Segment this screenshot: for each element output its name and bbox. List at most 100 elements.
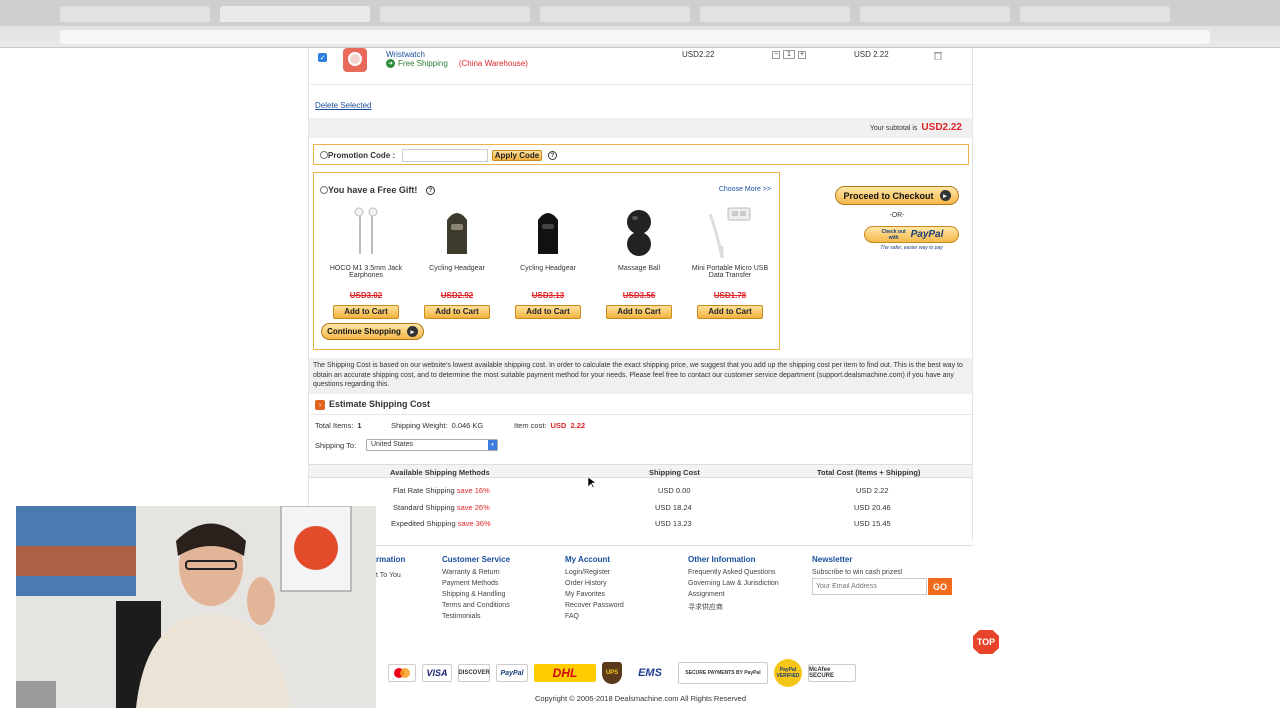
promotion-code-box: Promotion Code : Apply Code ?	[313, 144, 969, 165]
proceed-to-checkout-label: Proceed to Checkout	[843, 190, 934, 201]
total-cost: USD 20.46	[854, 503, 891, 512]
ship-to-select[interactable]: United States ▾	[366, 439, 498, 451]
paypal-checkout-label: Check out with	[881, 228, 906, 241]
footer-link[interactable]: FAQ	[565, 613, 624, 620]
footer-link[interactable]: Payment Methods	[442, 580, 510, 587]
ship-to-value: United States	[371, 441, 414, 448]
browser-tab[interactable]	[1020, 6, 1170, 22]
subtotal-value: USD2.22	[921, 122, 962, 133]
browser-tab-strip	[0, 0, 1280, 26]
footer-link[interactable]: Terms and Conditions	[442, 602, 510, 609]
gift-product-name: Cycling Headgear	[429, 265, 485, 272]
add-to-cart-button[interactable]: Add to Cart	[515, 305, 581, 319]
continue-shopping-button[interactable]: Continue Shopping ▸	[321, 323, 424, 340]
usb-cable-icon[interactable]	[690, 205, 770, 261]
paypal-checkout-button[interactable]: Check out with PayPal	[864, 226, 959, 243]
gift-product: Cycling Headgear USD2.92 Add to Cart	[417, 205, 497, 319]
continue-shopping-label: Continue Shopping	[327, 327, 401, 336]
footer-col-my-account: My Account Login/Register Order History …	[565, 555, 624, 624]
warehouse-label: (China Warehouse)	[458, 59, 528, 68]
gift-product: Mini Portable Micro USB Data Transfer US…	[690, 205, 770, 319]
qty-input[interactable]: 1	[783, 50, 795, 59]
newsletter-go-button[interactable]: GO	[928, 578, 952, 595]
footer-link[interactable]: Warranty & Return	[442, 569, 510, 576]
massage-ball-icon[interactable]	[599, 205, 679, 261]
table-row[interactable]: Flat Rate Shipping save 16% USD 0.00 USD…	[309, 486, 972, 498]
footer-link[interactable]: 寻求供应商	[688, 602, 779, 612]
ups-logo: UPS	[602, 662, 622, 684]
footer-col-title: rmation	[376, 555, 406, 564]
weight-value: 0.046 KG	[451, 421, 484, 430]
gift-product: Massage Ball USD3.56 Add to Cart	[599, 205, 679, 319]
earphones-icon[interactable]	[326, 205, 406, 261]
footer-col-title: Customer Service	[442, 555, 511, 564]
paypal-tagline: The safer, easier way to pay	[880, 245, 943, 251]
add-to-cart-button[interactable]: Add to Cart	[333, 305, 399, 319]
browser-tab[interactable]	[860, 6, 1010, 22]
footer-link[interactable]: Frequently Asked Questions	[688, 569, 779, 576]
headgear-icon[interactable]	[508, 205, 588, 261]
promo-code-input[interactable]	[402, 149, 488, 162]
help-icon[interactable]: ?	[548, 151, 557, 160]
footer-link[interactable]: Shipping & Handling	[442, 591, 510, 598]
choose-more-link[interactable]: Choose More >>	[719, 186, 771, 193]
table-row[interactable]: Expedited Shipping save 36% USD 13.23 US…	[309, 519, 972, 531]
footer-link[interactable]: Login/Register	[565, 569, 624, 576]
shipping-method: Expedited Shipping save 36%	[391, 519, 491, 528]
browser-tab[interactable]	[540, 6, 690, 22]
footer-link[interactable]: Governing Law & Jurisdiction	[688, 580, 779, 587]
mouse-cursor-icon	[587, 476, 597, 491]
header-shipping-cost: Shipping Cost	[649, 468, 700, 477]
table-row[interactable]: Standard Shipping save 26% USD 18.24 USD…	[309, 503, 972, 515]
item-cost: Item cost: USD 2.22	[514, 421, 585, 430]
method-name: Expedited Shipping	[391, 519, 456, 528]
add-to-cart-button[interactable]: Add to Cart	[697, 305, 763, 319]
gift-radio[interactable]	[320, 186, 328, 194]
free-gift-box: You have a Free Gift! ? Choose More >> H…	[313, 172, 780, 350]
footer-divider	[308, 545, 973, 546]
footer-link[interactable]: t To You	[376, 572, 405, 579]
qty-minus-button[interactable]: −	[772, 50, 780, 59]
footer-link[interactable]: Testimonials	[442, 613, 510, 620]
trash-icon[interactable]	[934, 51, 942, 61]
add-to-cart-button[interactable]: Add to Cart	[606, 305, 672, 319]
footer-link[interactable]: Order History	[565, 580, 624, 587]
help-icon[interactable]: ?	[426, 186, 435, 195]
wristwatch-thumbnail[interactable]	[339, 48, 371, 74]
gift-products: HOCO M1 3.5mm Jack Earphones USD3.02 Add…	[326, 205, 770, 319]
back-to-top-button[interactable]: TOP	[973, 630, 999, 654]
browser-tab[interactable]	[380, 6, 530, 22]
item-checkbox[interactable]: ✓	[318, 53, 327, 62]
total-items: Total Items: 1	[315, 421, 362, 430]
proceed-to-checkout-button[interactable]: Proceed to Checkout ▸	[835, 186, 959, 205]
browser-tab[interactable]	[220, 6, 370, 22]
delete-selected-link[interactable]: Delete Selected	[315, 101, 371, 110]
browser-tab[interactable]	[700, 6, 850, 22]
save-badge: save 16%	[456, 486, 490, 495]
newsletter-email-input[interactable]	[812, 578, 927, 595]
shipping-method: Standard Shipping save 26%	[393, 503, 490, 512]
footer-newsletter: Newsletter Subscribe to win cash prizes!	[812, 555, 903, 580]
headgear-icon[interactable]	[417, 205, 497, 261]
total-cost: USD 15.45	[854, 519, 891, 528]
address-bar[interactable]	[60, 30, 1210, 44]
payment-logos: VISA DISCOVER PayPal DHL UPS EMS SECURE …	[388, 659, 856, 687]
footer-link[interactable]: My Favorites	[565, 591, 624, 598]
shipping-method: Flat Rate Shipping save 16%	[393, 486, 490, 495]
arrow-right-icon: ▸	[939, 190, 951, 201]
qty-plus-button[interactable]: +	[798, 50, 806, 59]
add-to-cart-button[interactable]: Add to Cart	[424, 305, 490, 319]
footer-link[interactable]: Recover Password	[565, 602, 624, 609]
browser-tab[interactable]	[60, 6, 210, 22]
gift-product-price: USD3.13	[531, 291, 565, 300]
cart-item-name[interactable]: Wristwatch	[386, 50, 425, 59]
footer-link[interactable]: Assignment	[688, 591, 779, 598]
shipping-note: The Shipping Cost is based on our websit…	[309, 358, 972, 394]
weight-label: Shipping Weight:	[391, 421, 448, 430]
apply-code-button[interactable]: Apply Code	[492, 150, 542, 161]
promo-radio[interactable]	[320, 151, 328, 159]
gift-product-name: HOCO M1 3.5mm Jack Earphones	[329, 265, 403, 279]
shipping-text: Free Shipping	[398, 59, 448, 68]
webcam-overlay	[16, 506, 376, 708]
ship-to-label: Shipping To:	[315, 441, 357, 450]
